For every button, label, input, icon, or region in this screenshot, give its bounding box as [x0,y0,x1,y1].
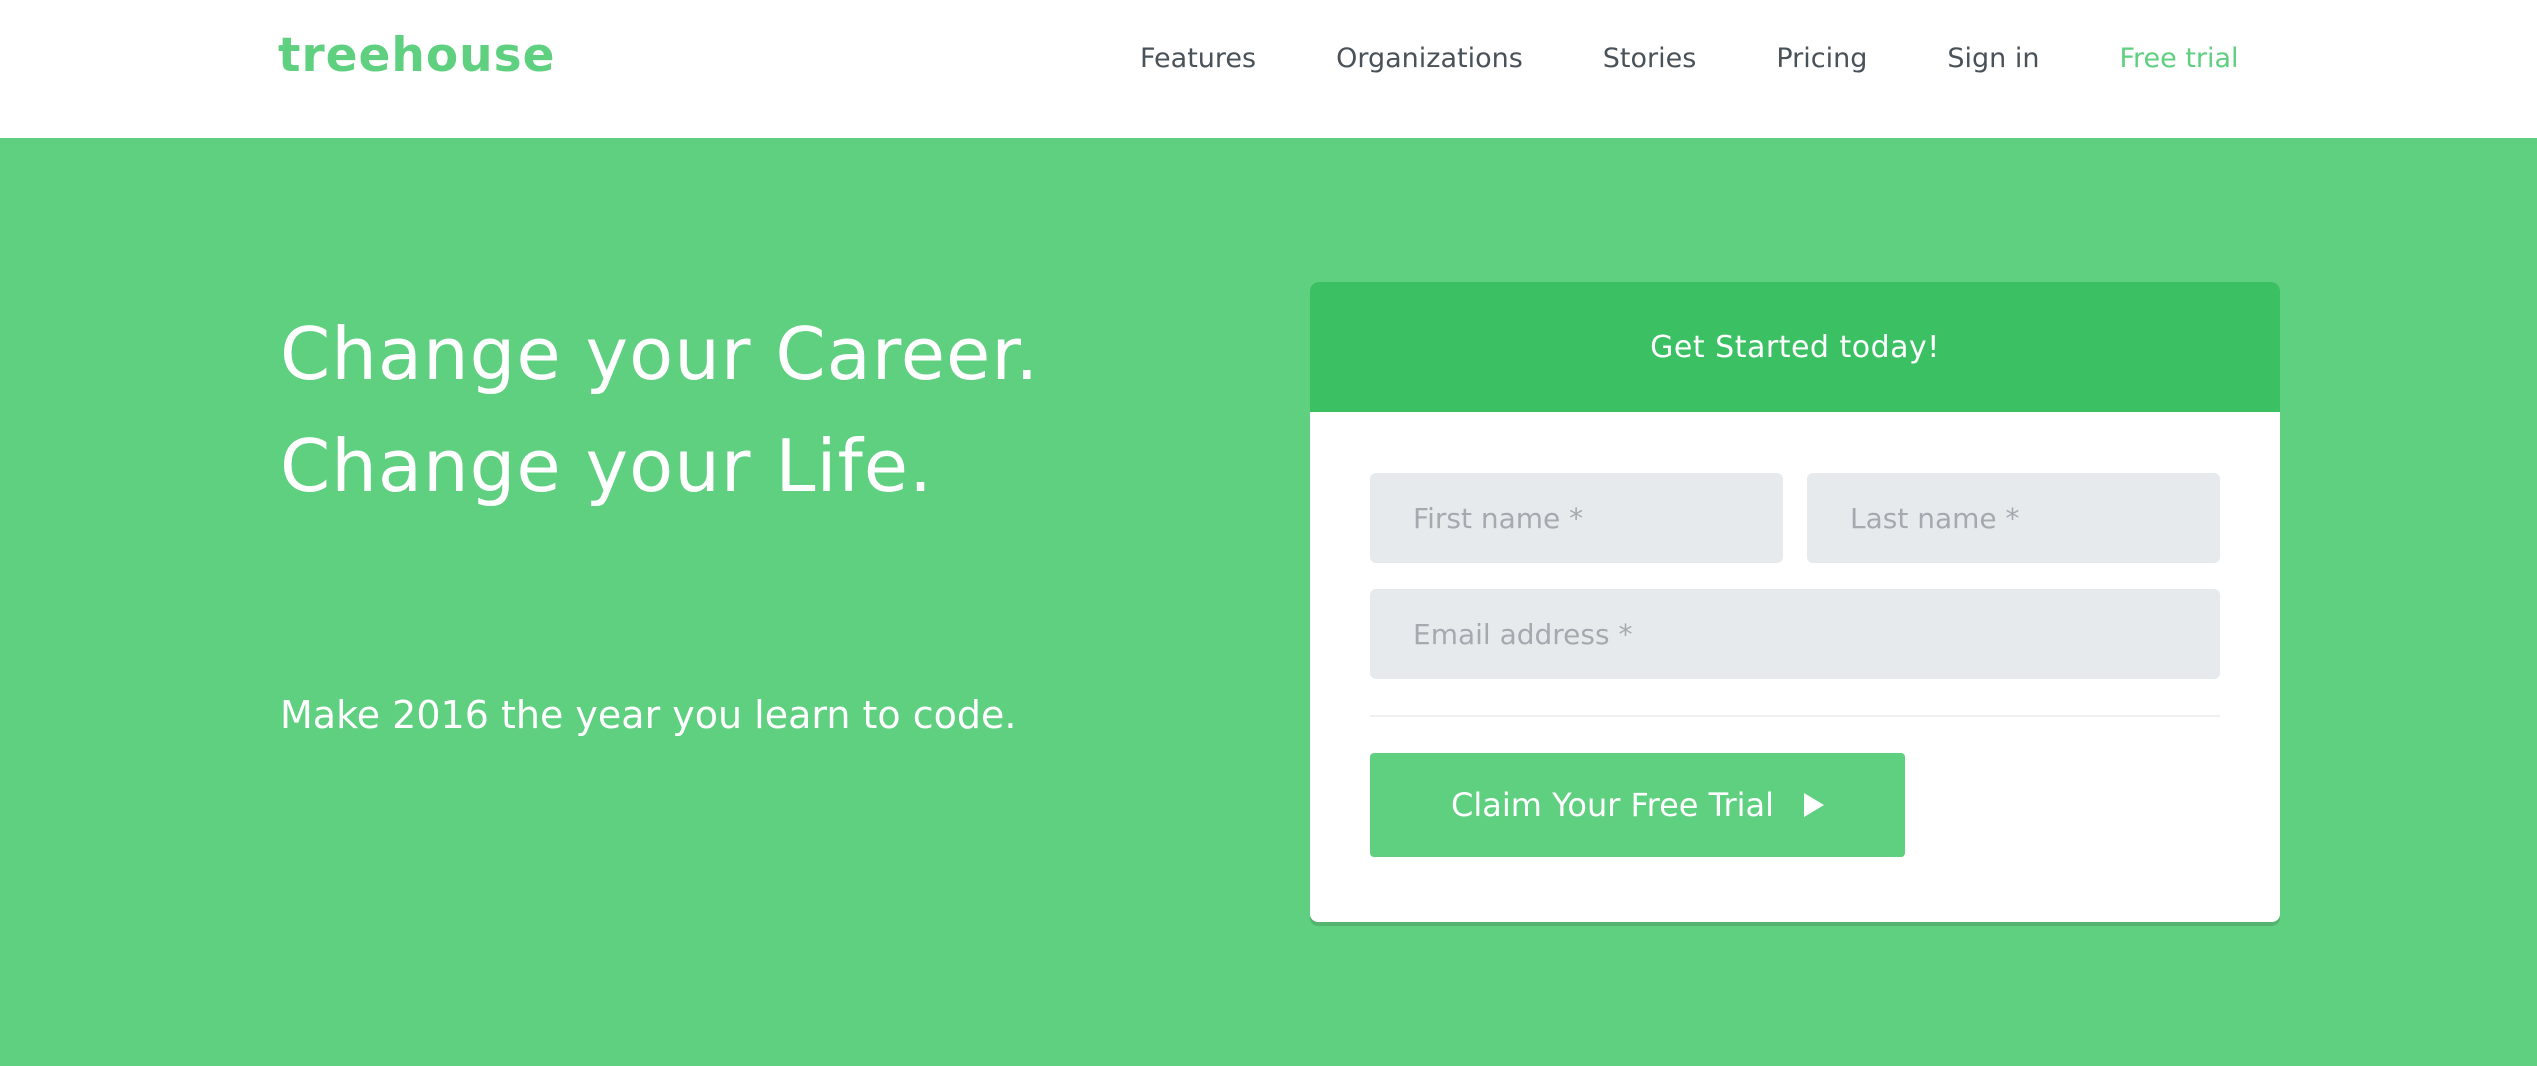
form-divider [1370,715,2220,717]
hero-subline: Make 2016 the year you learn to code. [280,693,1017,737]
first-name-input[interactable] [1370,473,1783,563]
nav-link-free-trial[interactable]: Free trial [2119,43,2238,74]
signup-card: Get Started today! Claim Your Free Trial [1310,282,2280,922]
claim-free-trial-label: Claim Your Free Trial [1450,786,1775,824]
hero-headline: Change your Career. Change your Life. [280,298,1039,522]
nav-link-organizations[interactable]: Organizations [1336,43,1523,74]
nav-link-features[interactable]: Features [1140,43,1256,74]
nav-link-pricing[interactable]: Pricing [1776,43,1867,74]
hero-headline-line-2: Change your Life. [280,424,933,508]
hero-headline-line-1: Change your Career. [280,312,1040,396]
last-name-input[interactable] [1807,473,2220,563]
top-navbar: treehouse Features Organizations Stories… [0,0,2537,138]
nav-link-stories[interactable]: Stories [1603,43,1697,74]
email-input[interactable] [1370,589,2220,679]
nav-link-sign-in[interactable]: Sign in [1947,43,2039,74]
nav-links: Features Organizations Stories Pricing S… [1140,38,2239,78]
treehouse-logo[interactable]: treehouse [278,26,555,86]
signup-card-title: Get Started today! [1310,282,2280,412]
play-icon [1804,793,1825,817]
claim-free-trial-button[interactable]: Claim Your Free Trial [1370,753,1905,857]
